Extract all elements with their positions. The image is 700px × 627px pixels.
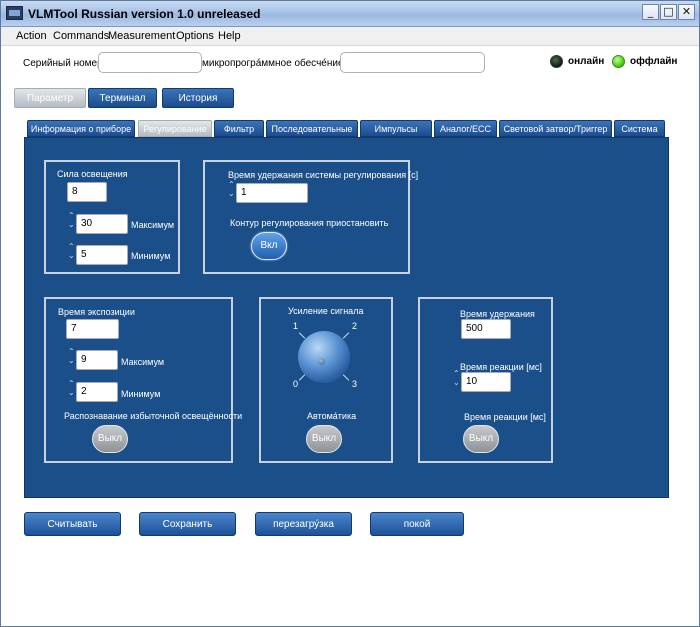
pause-loop-button[interactable]: Вкл <box>251 232 287 260</box>
overexposure-label: Распознавание избыточной освещённости <box>64 411 243 421</box>
serial-input[interactable] <box>98 52 202 73</box>
online-indicator <box>550 55 563 68</box>
sleep-button[interactable]: покой <box>370 512 464 536</box>
minimize-button[interactable]: _ <box>642 4 659 20</box>
reboot-button[interactable]: перезагру́зка <box>255 512 352 536</box>
offline-indicator <box>612 55 625 68</box>
offline-label: оффлайн <box>630 56 678 67</box>
illumination-max-input[interactable]: 30 <box>76 214 128 234</box>
hold-time-input[interactable]: 1 <box>236 183 308 203</box>
firmware-label: микропрогра́ммное обесче́ние <box>202 58 344 69</box>
menu-options[interactable]: Options <box>176 30 214 42</box>
reaction-button[interactable]: Выкл <box>463 425 499 453</box>
gain-knob[interactable] <box>298 331 350 383</box>
read-button[interactable]: Считывать <box>24 512 121 536</box>
exposure-title: Время экспозиции <box>58 307 135 317</box>
gain-label-0: 0 <box>293 379 299 389</box>
tab-terminal[interactable]: Терминал <box>88 88 157 108</box>
reaction-time-stepper[interactable] <box>453 369 460 390</box>
hold-time-title: Время удержания системы регулирования [с… <box>228 170 419 180</box>
firmware-input[interactable] <box>340 52 485 73</box>
menu-bar: Action Commands Measurement Options Help <box>1 27 699 46</box>
hold-duration-input[interactable]: 500 <box>461 319 511 339</box>
overexposure-button[interactable]: Выкл <box>92 425 128 453</box>
illum-min-stepper[interactable] <box>68 242 75 263</box>
close-button[interactable]: ✕ <box>678 4 695 20</box>
exposure-input[interactable]: 7 <box>66 319 119 339</box>
maximize-button[interactable]: □ <box>660 4 677 20</box>
menu-commands[interactable]: Commands <box>53 30 109 42</box>
app-icon <box>6 6 23 20</box>
subtab-analog-ecc[interactable]: Аналог/ECC <box>434 120 497 137</box>
window-title: VLMTool Russian version 1.0 unreleased <box>28 7 261 21</box>
tab-history[interactable]: История <box>162 88 234 108</box>
exposure-min-label: Минимум <box>121 389 161 399</box>
reaction-time-label: Время реакции [мс] <box>460 362 542 372</box>
gain-auto-label: Автома́тика <box>307 411 357 421</box>
illumination-min-input[interactable]: 5 <box>76 245 128 265</box>
online-label: онлайн <box>568 56 605 67</box>
gain-label-1: 1 <box>293 321 299 331</box>
pause-loop-label: Контур регулирования приостановить <box>230 218 389 228</box>
exposure-max-stepper[interactable] <box>68 347 75 368</box>
save-button[interactable]: Сохранить <box>139 512 236 536</box>
gain-label-3: 3 <box>352 379 358 389</box>
exposure-max-label: Максимум <box>121 357 165 367</box>
subtab-device-info[interactable]: Информация о приборе <box>27 120 135 137</box>
gain-auto-button[interactable]: Выкл <box>306 425 342 453</box>
gain-knob-indicator <box>318 358 325 365</box>
subtab-serial[interactable]: Последовательные <box>266 120 358 137</box>
illumination-max-label: Максимум <box>131 220 175 230</box>
reaction-time-label-2: Время реакции [мс] <box>464 412 546 422</box>
subtab-system[interactable]: Система <box>614 120 665 137</box>
reaction-time-input[interactable]: 10 <box>461 372 511 392</box>
hold-duration-label: Время удержания <box>460 309 535 319</box>
subtab-regulation[interactable]: Регулирование <box>138 120 212 137</box>
menu-measurement[interactable]: Measurement <box>108 30 175 42</box>
menu-action[interactable]: Action <box>16 30 47 42</box>
app-window: VLMTool Russian version 1.0 unreleased _… <box>0 0 700 627</box>
gain-label-2: 2 <box>352 321 358 331</box>
illumination-input[interactable]: 8 <box>67 182 107 202</box>
title-bar: VLMTool Russian version 1.0 unreleased _… <box>1 1 699 27</box>
exposure-max-input[interactable]: 9 <box>76 350 118 370</box>
subtab-shutter-trigger[interactable]: Световой затвор/Триггер <box>499 120 612 137</box>
illumination-min-label: Минимум <box>131 251 171 261</box>
exposure-min-stepper[interactable] <box>68 379 75 400</box>
exposure-min-input[interactable]: 2 <box>76 382 118 402</box>
gain-title: Усиление сигнала <box>288 306 364 316</box>
hold-time-stepper[interactable] <box>228 180 235 201</box>
tab-parameter[interactable]: Параметр <box>14 88 86 108</box>
illumination-title: Сила освещения <box>57 169 128 179</box>
subtab-pulses[interactable]: Импульсы <box>360 120 432 137</box>
serial-label: Серийный номер <box>23 58 103 69</box>
subtab-filter[interactable]: Фильтр <box>214 120 264 137</box>
menu-help[interactable]: Help <box>218 30 241 42</box>
illum-max-stepper[interactable] <box>68 211 75 232</box>
